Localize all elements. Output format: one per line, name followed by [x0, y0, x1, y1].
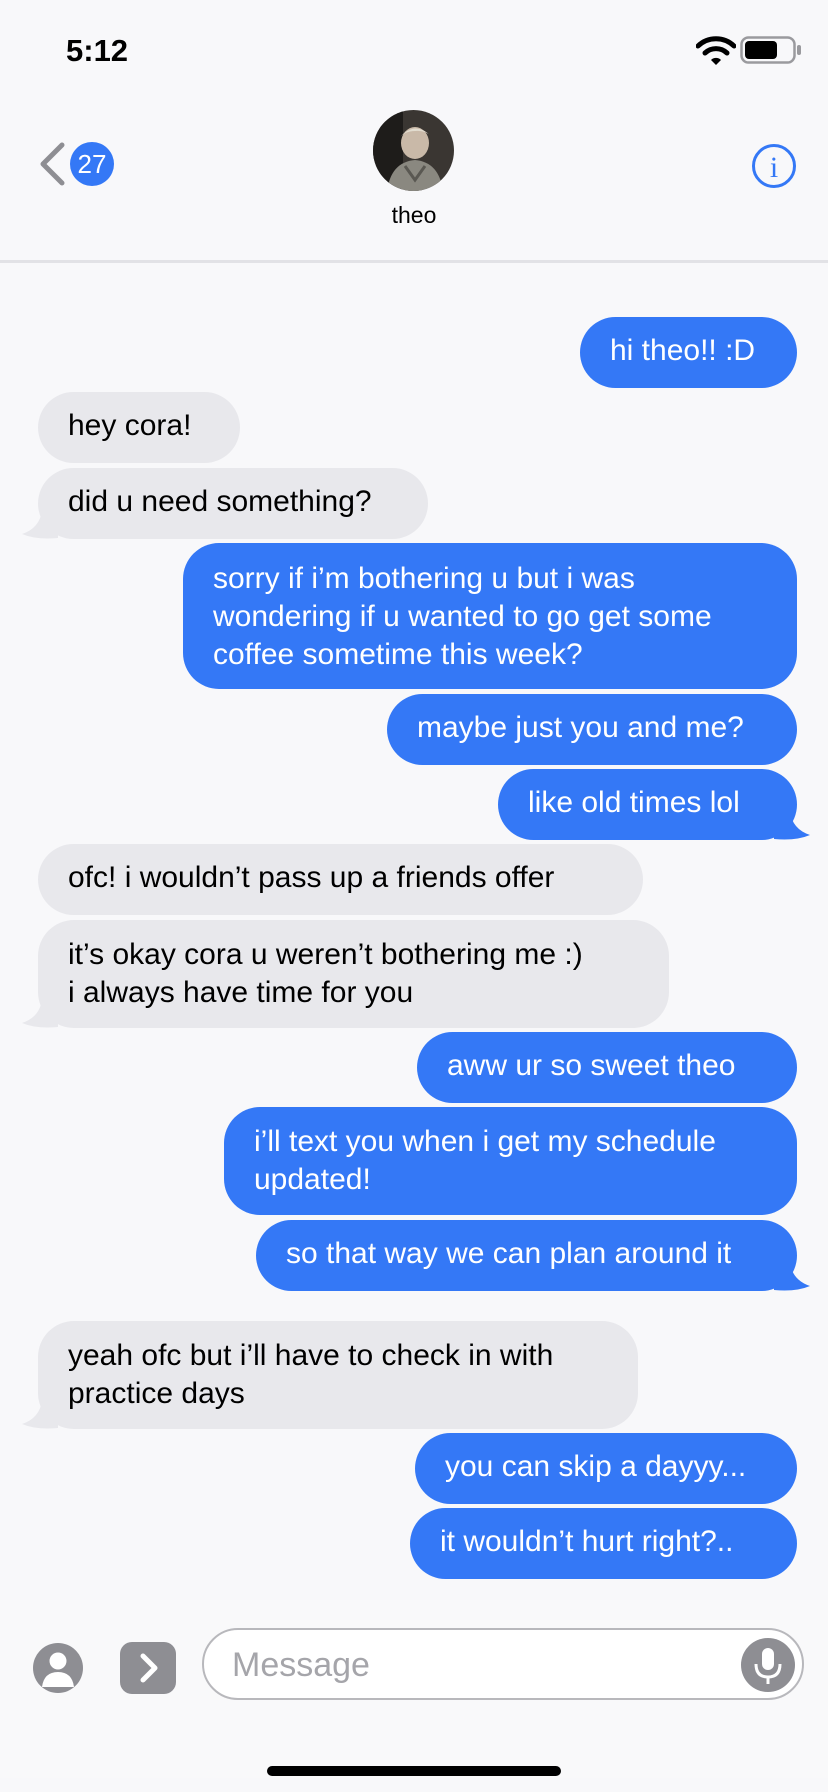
- wifi-icon: [696, 36, 736, 65]
- avatar-photo: [373, 110, 454, 191]
- microphone-icon[interactable]: [740, 1637, 796, 1693]
- message-bubble-sent[interactable]: i’ll text you when i get my schedule upd…: [224, 1107, 797, 1215]
- message-bubble-received[interactable]: hey cora!: [38, 392, 240, 463]
- message-bubble-received[interactable]: ofc! i wouldn’t pass up a friends offer: [38, 844, 643, 915]
- info-icon[interactable]: i: [751, 143, 797, 189]
- sent-bubble-tail: [774, 1262, 810, 1291]
- received-bubble-tail: [22, 999, 58, 1028]
- received-bubble-tail: [22, 1400, 58, 1429]
- app-drawer-button[interactable]: [120, 1642, 176, 1694]
- svg-text:i: i: [770, 151, 778, 184]
- home-indicator[interactable]: [267, 1766, 561, 1776]
- contact-avatar[interactable]: [373, 110, 454, 191]
- contact-name[interactable]: theo: [0, 202, 828, 229]
- conversation-header: 27 theo i: [0, 100, 828, 263]
- back-button[interactable]: 27: [38, 142, 114, 186]
- status-bar: 5:12: [0, 0, 828, 100]
- message-bubble-sent[interactable]: you can skip a dayyy...: [415, 1433, 797, 1504]
- received-bubble-tail: [22, 510, 58, 539]
- message-bubble-sent[interactable]: sorry if i’m bothering u but i was wonde…: [183, 543, 797, 689]
- unread-count-badge: 27: [70, 142, 114, 186]
- message-bubble-sent[interactable]: aww ur so sweet theo: [417, 1032, 797, 1103]
- message-bubble-sent[interactable]: so that way we can plan around it: [256, 1220, 797, 1291]
- message-input[interactable]: [230, 1630, 714, 1700]
- status-time: 5:12: [66, 33, 129, 68]
- message-field[interactable]: [202, 1628, 804, 1700]
- message-bubble-sent[interactable]: like old times lol: [498, 769, 797, 840]
- message-bubble-sent[interactable]: maybe just you and me?: [387, 694, 797, 765]
- compose-bar: [0, 1600, 828, 1792]
- message-bubble-sent[interactable]: it wouldn’t hurt right?..: [410, 1508, 797, 1579]
- sent-bubble-tail: [774, 811, 810, 840]
- message-bubble-sent[interactable]: hi theo!! :D: [580, 317, 797, 388]
- contacts-icon[interactable]: [32, 1642, 84, 1694]
- message-list[interactable]: hi theo!! :D hey cora! did u need someth…: [0, 260, 828, 1792]
- battery-icon: [740, 36, 801, 64]
- message-bubble-received[interactable]: yeah ofc but i’ll have to check in with …: [38, 1321, 638, 1429]
- message-bubble-received[interactable]: did u need something?: [38, 468, 428, 539]
- message-bubble-received[interactable]: it’s okay cora u weren’t bothering me :)…: [38, 920, 669, 1028]
- chevron-left-icon: [40, 142, 65, 186]
- chevron-right-icon: [140, 1653, 158, 1683]
